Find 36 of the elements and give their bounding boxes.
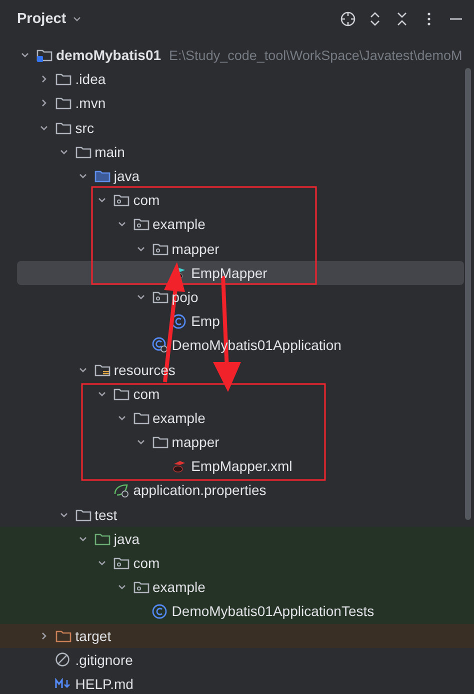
tree-item[interactable]: HELP.md [17,672,464,694]
folder-icon [36,47,53,64]
tree-item[interactable]: com [17,382,464,406]
tree-item[interactable]: EmpMapper.xml [17,454,464,478]
tree-item[interactable]: test [17,502,464,527]
tree-item[interactable]: application.properties [17,478,464,502]
panel-title[interactable]: Project [17,11,66,27]
tree-item[interactable]: java [17,164,464,188]
folder-icon [55,71,72,88]
class-icon [152,603,169,620]
tree-item[interactable]: example [17,212,464,236]
tree-item[interactable]: Emp [17,309,464,334]
package-icon [132,216,150,232]
folder-icon [152,434,169,450]
tree-item[interactable]: .mvn [17,91,464,116]
package-icon [113,192,130,208]
tree-item[interactable]: example [17,406,464,430]
folder-icon [55,95,72,112]
tree-item[interactable]: src [17,116,464,140]
class-icon [152,337,169,354]
tree-item[interactable]: .gitignore [17,648,464,672]
tree-item[interactable]: EmpMapper [17,260,464,285]
ban-icon [55,652,72,668]
class-icon [171,313,188,330]
leaf-icon [113,482,130,498]
tree-item[interactable]: demoMybatis01 E:\Study_code_tool\WorkSpace\Javatest\demoM [17,43,464,68]
tree-item[interactable]: .idea [17,67,464,92]
tree-item[interactable]: main [17,140,464,164]
package-icon [132,579,150,596]
locate-icon[interactable] [339,10,356,28]
tree-item[interactable]: com [17,188,464,212]
path-text: E:\Study_code_tool\WorkSpace\Javatest\demoM [169,48,462,63]
tree-item[interactable]: mapper [17,430,464,454]
tree-item[interactable]: mapper [17,236,464,261]
package-icon [113,555,130,572]
folder-icon [94,168,111,184]
